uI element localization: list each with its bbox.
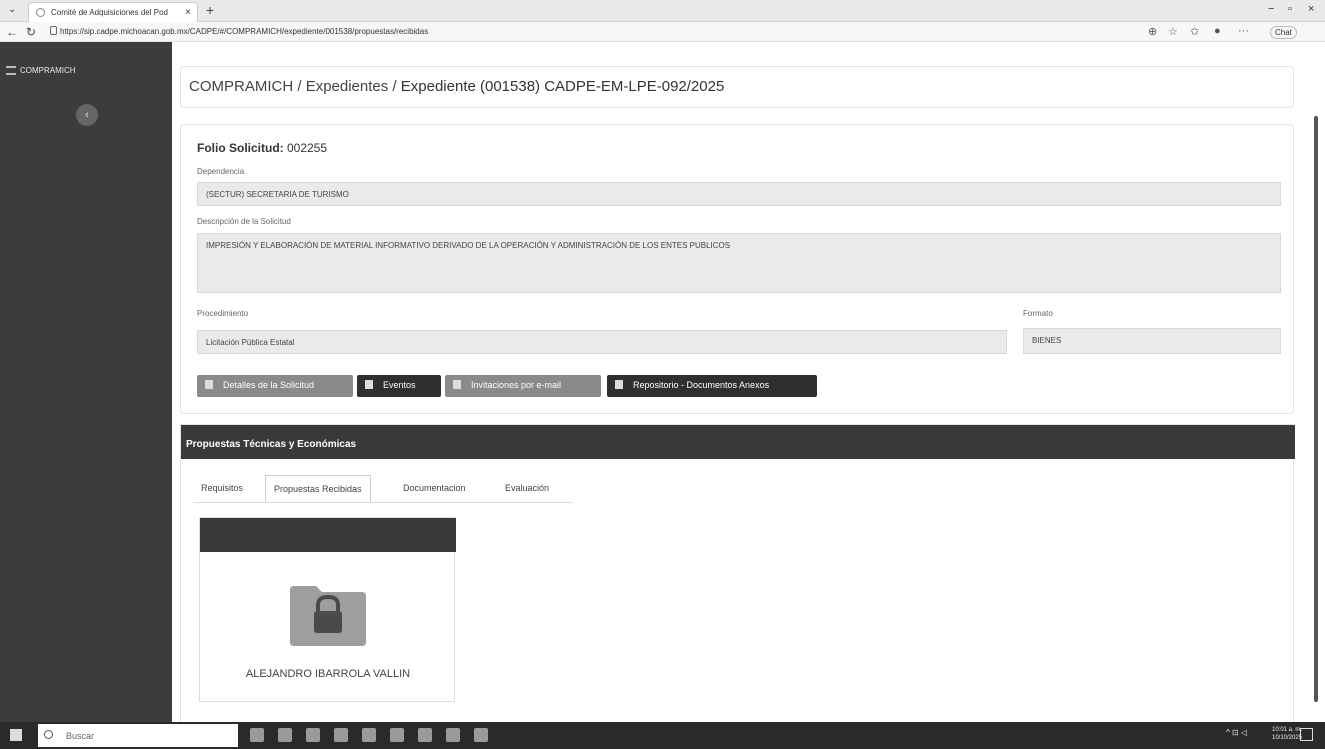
dependencia-label: Dependencia	[197, 167, 245, 176]
tab-documentacion[interactable]: Documentacion	[395, 475, 474, 501]
collapse-sidebar-button[interactable]: ‹	[76, 104, 98, 126]
tabs-divider	[193, 502, 573, 503]
profile-icon[interactable]: ●	[1214, 25, 1221, 37]
refresh-icon[interactable]: ↻	[26, 25, 36, 39]
breadcrumb-separator: /	[388, 78, 401, 95]
clock-date: 10/10/2025	[1272, 735, 1303, 741]
sidebar: COMPRAMICH ‹	[0, 42, 172, 722]
site-info-icon[interactable]	[50, 26, 57, 35]
dependencia-field: (SECTUR) SECRETARIA DE TURISMO	[197, 182, 1281, 206]
folio-heading: Folio Solicitud: 002255	[197, 141, 327, 155]
detalles-solicitud-label: Detalles de la Solicitud	[223, 380, 315, 390]
taskbar-search[interactable]: Buscar	[38, 724, 238, 747]
taskbar-app-icon[interactable]	[306, 728, 320, 742]
proposal-card-name: ALEJANDRO IBARROLA VALLIN	[245, 668, 411, 680]
lock-folder-icon	[290, 586, 366, 646]
system-tray-icons[interactable]: ^ ⊡ ◁	[1226, 728, 1247, 737]
eventos-button[interactable]: Eventos	[357, 375, 441, 397]
back-arrow-icon[interactable]: ←	[6, 25, 18, 39]
proposals-header: Propuestas Técnicas y Económicas	[181, 425, 1295, 459]
breadcrumb-card: COMPRAMICH / Expedientes / Expediente (0…	[180, 66, 1294, 108]
folio-value: 002255	[283, 141, 328, 155]
clock-time: 10:01 a. m.	[1272, 727, 1303, 733]
taskbar-search-text: Buscar	[66, 731, 95, 741]
excel-icon[interactable]	[446, 728, 460, 742]
procedimiento-label: Procedimiento	[197, 309, 249, 318]
notifications-icon[interactable]	[1300, 728, 1313, 741]
restore-icon[interactable]: ▫	[1288, 3, 1292, 15]
proposal-card[interactable]: ALEJANDRO IBARROLA VALLIN	[199, 517, 456, 702]
detalles-solicitud-button[interactable]: Detalles de la Solicitud	[197, 375, 353, 397]
breadcrumb-root[interactable]: COMPRAMICH	[189, 78, 293, 95]
search-icon	[44, 730, 53, 739]
descripcion-field: IMPRESIÓN Y ELABORACIÓN DE MATERIAL INFO…	[197, 233, 1281, 293]
browser-tab-bar: ⌄ Comité de Adquisiciones del Pod × + − …	[0, 0, 1325, 22]
more-menu-icon[interactable]: ···	[1238, 25, 1249, 37]
solicitud-card: Folio Solicitud: 002255 Dependencia (SEC…	[180, 124, 1294, 414]
windows-start-icon[interactable]	[10, 729, 22, 741]
archive-icon	[615, 380, 623, 389]
repositorio-button[interactable]: Repositorio - Documentos Anexos	[607, 375, 817, 397]
page-scrollbar[interactable]	[1312, 60, 1320, 715]
favorite-star-icon[interactable]: ☆	[1168, 25, 1178, 38]
taskbar-app-icon[interactable]	[334, 728, 348, 742]
tab-requisitos[interactable]: Requisitos	[193, 475, 251, 501]
taskbar: Buscar ^ ⊡ ◁ 10:01 a. m. 10/10/2025	[0, 722, 1325, 749]
sidebar-brand[interactable]: COMPRAMICH	[20, 66, 76, 75]
calendar-icon	[365, 380, 373, 389]
scrollbar-thumb[interactable]	[1314, 116, 1318, 702]
minimize-icon[interactable]: −	[1268, 3, 1274, 15]
descripcion-label: Descripción de la Solicitud	[197, 217, 291, 226]
breadcrumb-expedientes[interactable]: Expedientes	[306, 78, 389, 95]
document-icon	[205, 380, 213, 389]
tab-evaluacion[interactable]: Evaluación	[497, 475, 557, 501]
url-field[interactable]: https://sip.cadpe.michoacan.gob.mx/CADPE…	[60, 27, 428, 36]
folio-label: Folio Solicitud:	[197, 141, 284, 155]
users-icon	[453, 380, 461, 389]
proposal-card-header	[200, 518, 456, 552]
chat-button[interactable]: Chat	[1270, 26, 1297, 39]
formato-field: BIENES	[1023, 328, 1281, 354]
address-bar: ← ↻ https://sip.cadpe.michoacan.gob.mx/C…	[0, 22, 1325, 42]
breadcrumb-current: Expediente (001538) CADPE-EM-LPE-092/202…	[400, 78, 725, 95]
favorites-icon[interactable]: ✩	[1190, 25, 1199, 38]
breadcrumb: COMPRAMICH / Expedientes / Expediente (0…	[189, 78, 724, 95]
tab-list-chevron-icon[interactable]: ⌄	[8, 4, 16, 15]
browser-tab-title: Comité de Adquisiciones del Pod	[51, 8, 168, 17]
favicon-icon	[36, 8, 45, 17]
proposals-panel: Propuestas Técnicas y Económicas Requisi…	[180, 424, 1295, 724]
breadcrumb-separator: /	[293, 78, 306, 95]
taskbar-app-icon[interactable]	[362, 728, 376, 742]
taskbar-app-icon[interactable]	[390, 728, 404, 742]
repositorio-label: Repositorio - Documentos Anexos	[633, 380, 770, 390]
formato-label: Formato	[1023, 309, 1053, 318]
eventos-label: Eventos	[383, 380, 416, 390]
taskbar-app-icon[interactable]	[418, 728, 432, 742]
zoom-icon[interactable]: ⊕	[1148, 25, 1157, 38]
menu-icon[interactable]	[6, 66, 16, 75]
invitaciones-email-button[interactable]: Invitaciones por e-mail	[445, 375, 601, 397]
word-icon[interactable]	[474, 728, 488, 742]
taskbar-app-icon[interactable]	[278, 728, 292, 742]
clock[interactable]: 10:01 a. m. 10/10/2025	[1272, 726, 1302, 742]
procedimiento-field: Licitación Pública Estatal	[197, 330, 1007, 354]
tab-close-icon[interactable]: ×	[185, 7, 191, 18]
new-tab-button[interactable]: +	[206, 2, 214, 18]
invitaciones-label: Invitaciones por e-mail	[471, 380, 562, 390]
task-view-icon[interactable]	[250, 728, 264, 742]
close-window-icon[interactable]: ×	[1308, 3, 1314, 15]
tab-propuestas-recibidas[interactable]: Propuestas Recibidas	[265, 475, 371, 503]
browser-tab[interactable]: Comité de Adquisiciones del Pod ×	[28, 2, 198, 22]
